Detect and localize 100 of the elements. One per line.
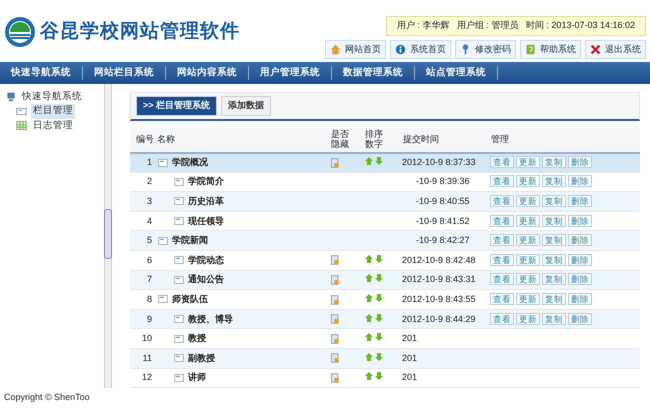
action-link[interactable]: 复制 bbox=[542, 175, 566, 188]
action-link[interactable]: 删除 bbox=[568, 156, 592, 168]
nav-link[interactable]: 站点管理系统 bbox=[415, 66, 498, 80]
submit-time: 2012-10-9 8:43:31 bbox=[402, 274, 476, 284]
submit-time: 201 bbox=[402, 372, 418, 382]
action-link[interactable]: 复制 bbox=[542, 254, 566, 266]
action-link[interactable]: 删除 bbox=[568, 214, 592, 227]
sort-arrows-icon bbox=[364, 371, 384, 382]
header-button[interactable]: 帮助系统 bbox=[520, 40, 581, 59]
help-icon bbox=[525, 44, 536, 55]
action-link[interactable]: 更新 bbox=[516, 254, 540, 266]
action-link[interactable]: 复制 bbox=[542, 234, 566, 246]
action-link[interactable]: 更新 bbox=[516, 312, 540, 325]
action-link[interactable]: 查看 bbox=[490, 156, 514, 168]
header-button[interactable]: 网站首页 bbox=[325, 40, 386, 59]
row-number: 1 bbox=[146, 157, 152, 168]
user-info: 用户 : 李华辉 用户组 : 管理员 时间 : 2013-07-03 14:16:02 bbox=[386, 16, 646, 36]
action-link[interactable]: 删除 bbox=[568, 194, 592, 207]
action-link[interactable]: 查看 bbox=[490, 214, 514, 227]
action-link[interactable]: 查看 bbox=[490, 254, 514, 266]
key-icon bbox=[460, 44, 471, 55]
action-link[interactable]: 查看 bbox=[490, 194, 514, 207]
tree-item[interactable]: 快速导航系统 bbox=[20, 90, 84, 104]
action-link[interactable]: 更新 bbox=[516, 194, 540, 207]
submit-time: -10-9 8:42:27 bbox=[416, 235, 470, 246]
tree-item[interactable]: 日志管理 bbox=[31, 118, 75, 133]
item-name: 师资队伍 bbox=[172, 294, 208, 305]
action-link[interactable]: 删除 bbox=[568, 175, 592, 188]
action-link[interactable]: 更新 bbox=[516, 273, 540, 286]
action-link[interactable]: 查看 bbox=[490, 312, 514, 325]
action-link[interactable]: 更新 bbox=[516, 156, 540, 168]
page-icon bbox=[174, 372, 184, 383]
tab[interactable]: >> 栏目管理系统 bbox=[136, 96, 218, 116]
home-icon bbox=[330, 44, 341, 55]
action-link[interactable]: 删除 bbox=[568, 312, 592, 325]
submit-time: 201 bbox=[402, 333, 418, 344]
action-link[interactable]: 复制 bbox=[542, 194, 566, 207]
row-number: 11 bbox=[142, 352, 152, 363]
action-link[interactable]: 复制 bbox=[542, 273, 566, 286]
nav-link[interactable]: 网站栏目系统 bbox=[83, 66, 166, 80]
action-link[interactable]: 更新 bbox=[516, 292, 540, 305]
action-link[interactable]: 更新 bbox=[516, 234, 540, 246]
action-link[interactable]: 删除 bbox=[568, 234, 592, 246]
action-link[interactable]: 删除 bbox=[568, 254, 592, 266]
page-icon bbox=[158, 236, 168, 246]
item-name: 学院概况 bbox=[172, 157, 208, 168]
action-link[interactable]: 复制 bbox=[542, 156, 566, 168]
action-link[interactable]: 查看 bbox=[490, 175, 514, 188]
submit-time: 201 bbox=[402, 352, 418, 363]
submit-time: 2012-10-9 8:44:29 bbox=[402, 314, 476, 324]
page-icon bbox=[174, 314, 184, 324]
item-name: 副教授 bbox=[188, 352, 215, 364]
column-header: 管理 bbox=[491, 134, 509, 144]
sort-arrows-icon bbox=[364, 292, 384, 303]
header-button[interactable]: 系统首页 bbox=[390, 40, 451, 59]
table-icon bbox=[16, 120, 27, 132]
action-link[interactable]: 删除 bbox=[568, 273, 592, 286]
copyright-text: Copyright © ShenToo bbox=[4, 392, 90, 402]
action-link[interactable]: 查看 bbox=[490, 234, 514, 246]
action-link[interactable]: 复制 bbox=[542, 214, 566, 227]
page-icon bbox=[174, 196, 184, 206]
submit-time: 2012-10-9 8:43:55 bbox=[402, 294, 476, 304]
nav-link[interactable]: 快速导航系统 bbox=[0, 66, 83, 80]
tree-item[interactable]: 栏目管理 bbox=[31, 104, 75, 118]
header-button[interactable]: 修改密码 bbox=[455, 40, 516, 59]
column-header: 是否隐藏 bbox=[331, 128, 350, 148]
close-icon bbox=[590, 44, 601, 55]
nav-link[interactable]: 网站内容系统 bbox=[166, 66, 249, 80]
action-link[interactable]: 查看 bbox=[490, 292, 514, 305]
visibility-icon bbox=[330, 372, 340, 383]
item-name: 教授 bbox=[188, 333, 206, 344]
action-link[interactable]: 复制 bbox=[542, 292, 566, 305]
item-name: 讲师 bbox=[188, 372, 206, 384]
action-link[interactable]: 删除 bbox=[568, 292, 592, 305]
splitter-handle[interactable] bbox=[104, 209, 112, 259]
page-icon bbox=[158, 294, 168, 304]
sort-arrows-icon bbox=[364, 332, 384, 342]
action-link[interactable]: 更新 bbox=[516, 214, 540, 227]
column-header: 排序数字 bbox=[365, 128, 384, 148]
item-name: 学院新闻 bbox=[172, 235, 208, 246]
visibility-icon bbox=[330, 255, 340, 266]
row-number: 9 bbox=[146, 314, 152, 324]
visibility-icon bbox=[330, 334, 340, 344]
header-button[interactable]: 退出系统 bbox=[585, 40, 646, 59]
action-link[interactable]: 查看 bbox=[490, 273, 514, 286]
page-icon bbox=[16, 106, 27, 117]
item-name: 学院动态 bbox=[188, 254, 224, 266]
sort-arrows-icon bbox=[364, 156, 384, 166]
row-number: 3 bbox=[146, 196, 152, 206]
page-icon bbox=[174, 334, 184, 344]
row-number: 7 bbox=[146, 274, 152, 284]
nav-link[interactable]: 用户管理系统 bbox=[249, 66, 332, 80]
action-link[interactable]: 复制 bbox=[542, 312, 566, 325]
action-link[interactable]: 更新 bbox=[516, 175, 540, 188]
nav-link[interactable]: 数据管理系统 bbox=[332, 66, 415, 80]
submit-time: -10-9 8:41:52 bbox=[416, 216, 470, 226]
tab[interactable]: 添加数据 bbox=[221, 96, 272, 116]
page-icon bbox=[174, 216, 184, 226]
sort-arrows-icon bbox=[364, 352, 384, 362]
row-number: 5 bbox=[146, 235, 152, 246]
